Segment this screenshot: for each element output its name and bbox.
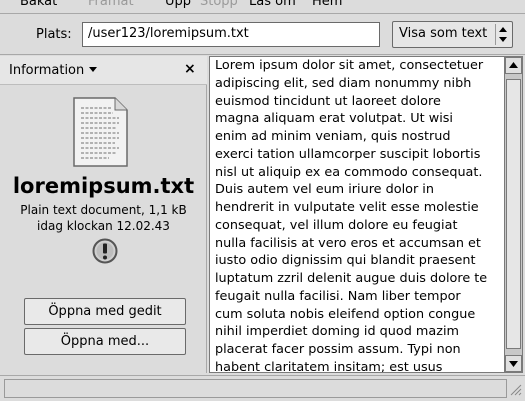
open-with-button[interactable]: Öppna med...: [24, 328, 186, 355]
up-button[interactable]: Upp: [165, 0, 191, 9]
sidebar-header: Information ×: [0, 56, 207, 85]
scrollbar-thumb[interactable]: [506, 79, 521, 349]
warning-icon: [92, 238, 118, 264]
close-icon[interactable]: ×: [184, 61, 196, 77]
chevron-down-icon[interactable]: [89, 67, 97, 72]
scroll-up-arrow-icon[interactable]: [505, 57, 522, 74]
stop-button[interactable]: Stopp: [200, 0, 238, 9]
text-file-icon: [73, 97, 128, 167]
reload-button[interactable]: Läs om: [249, 0, 296, 9]
status-bar: [0, 375, 525, 401]
file-modified-date: idag klockan 12.02.43: [37, 219, 170, 233]
status-text-field: [4, 379, 507, 398]
location-bar: Plats: /user123/loremipsum.txt Visa som …: [0, 15, 525, 55]
sidebar-title[interactable]: Information: [9, 63, 84, 78]
file-type: Plain text document, 1,1 kB: [20, 203, 187, 217]
file-text-content: Lorem ipsum dolor sit amet, consectetuer…: [215, 58, 488, 373]
view-mode-select[interactable]: Visa som text: [392, 21, 513, 48]
home-button[interactable]: Hem: [312, 0, 342, 9]
file-name: loremipsum.txt: [12, 174, 195, 198]
back-button[interactable]: Bakåt: [20, 0, 57, 9]
updown-arrows-icon: [495, 24, 510, 45]
text-view[interactable]: Lorem ipsum dolor sit amet, consectetuer…: [209, 56, 505, 373]
scroll-down-arrow-icon[interactable]: [505, 355, 522, 372]
open-with-gedit-button[interactable]: Öppna med gedit: [24, 298, 186, 325]
resize-grip-icon[interactable]: [508, 382, 522, 396]
vertical-scrollbar[interactable]: [505, 56, 523, 373]
toolbar: Bakåt Framåt Upp Stopp Läs om Hem: [0, 0, 525, 14]
view-mode-value: Visa som text: [399, 26, 488, 41]
sidebar: Information × loremipsum.txt Plain text …: [0, 56, 207, 373]
forward-button[interactable]: Framåt: [88, 0, 134, 9]
location-label: Plats:: [36, 27, 72, 42]
location-input[interactable]: /user123/loremipsum.txt: [82, 22, 380, 47]
